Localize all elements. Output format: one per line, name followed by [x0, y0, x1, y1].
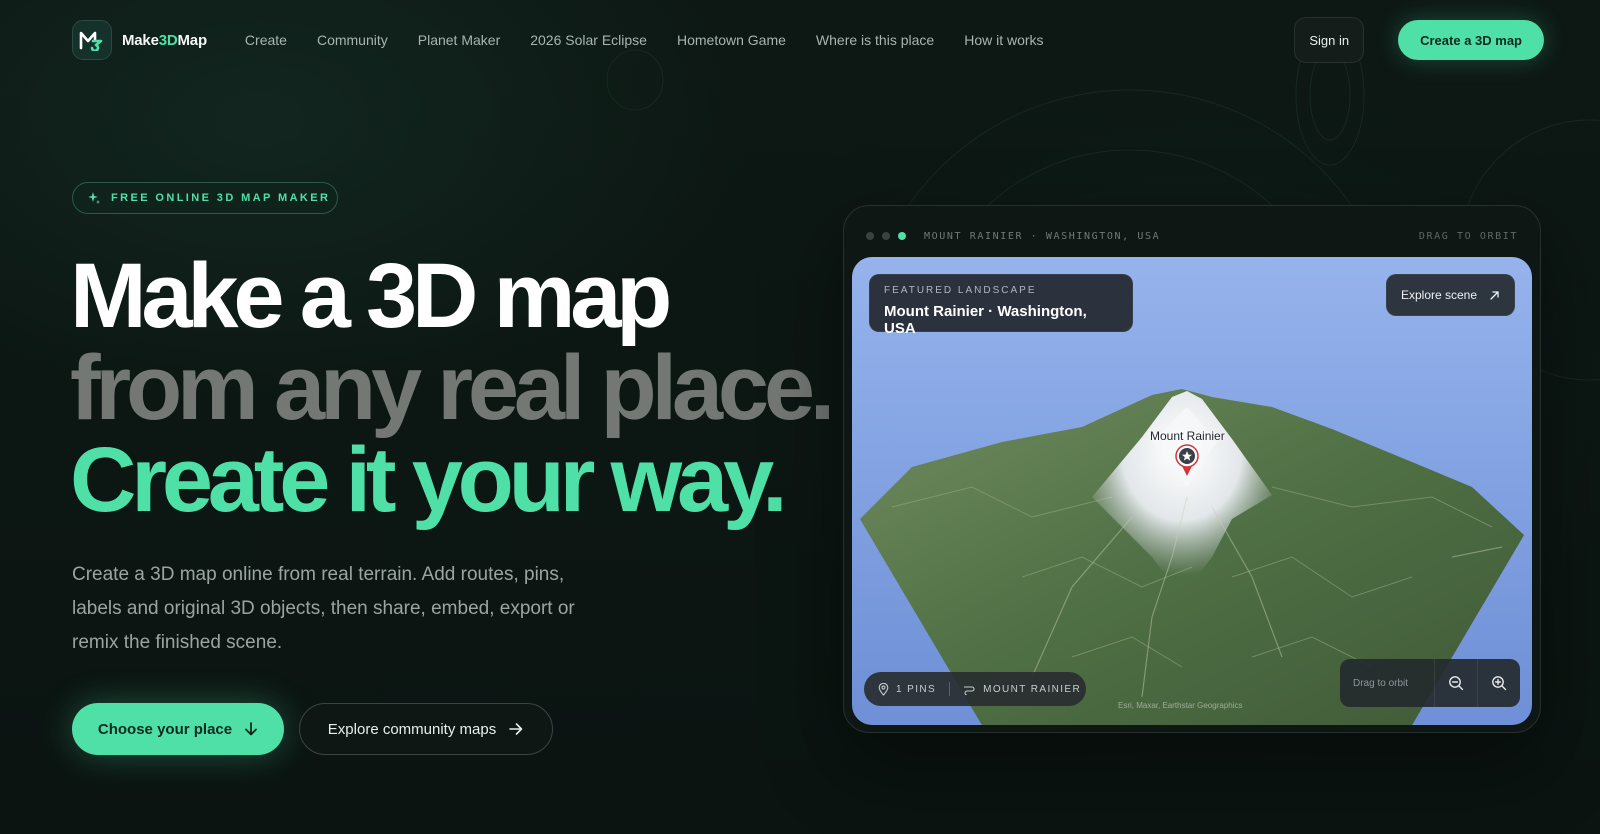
map-attribution: Esri, Maxar, Earthstar Geographics — [1118, 701, 1243, 710]
explore-community-label: Explore community maps — [327, 720, 497, 738]
badge-text: FREE ONLINE 3D MAP MAKER — [111, 192, 331, 204]
scene-stats-pill: 1 PINS MOUNT RAINIER — [864, 672, 1086, 706]
arrow-up-right-icon — [1490, 290, 1499, 300]
nav-link-community[interactable]: Community — [317, 32, 388, 48]
create-map-button[interactable]: Create a 3D map — [1398, 20, 1544, 60]
hero-badge: FREE ONLINE 3D MAP MAKER — [72, 182, 338, 214]
route-icon — [964, 685, 975, 695]
featured-title: Mount Rainier · Washington, USA — [884, 303, 1087, 337]
sign-in-button[interactable]: Sign in — [1294, 17, 1365, 63]
arrow-right-icon — [509, 723, 523, 735]
orbit-text: Drag to orbit — [1353, 677, 1409, 689]
nav-actions: Sign in Create a 3D map — [1294, 17, 1544, 63]
headline-line-1: Make a 3D map — [70, 245, 672, 347]
hero-description: Create a 3D map online from real terrain… — [72, 564, 575, 653]
explore-scene-label: Explore scene — [1400, 288, 1478, 302]
pill-divider — [949, 682, 951, 696]
arrow-down-icon — [245, 722, 257, 736]
headline-line-2: from any real place. — [70, 337, 835, 439]
m3-logo-icon — [72, 20, 112, 60]
top-nav: Make3DMap Create Community Planet Maker … — [72, 17, 1544, 63]
explore-community-button[interactable]: Explore community maps — [299, 703, 553, 755]
zoom-out-icon — [1449, 676, 1464, 691]
map-3d-scene[interactable]: FEATURED LANDSCAPE Mount Rainier · Washi… — [852, 257, 1532, 725]
orbit-zoom-controls: Drag to orbit — [1340, 659, 1520, 707]
window-dot-active — [898, 232, 906, 240]
location-pin-icon — [878, 682, 889, 696]
drag-to-orbit-hint: DRAG TO ORBIT — [1418, 230, 1518, 242]
window-location-label: MOUNT RAINIER · WASHINGTON, USA — [924, 230, 1161, 242]
zoom-out-button[interactable] — [1435, 659, 1477, 707]
choose-place-button[interactable]: Choose your place — [72, 703, 284, 755]
window-titlebar: MOUNT RAINIER · WASHINGTON, USA DRAG TO … — [866, 226, 1518, 246]
nav-link-where-is-this-place[interactable]: Where is this place — [816, 32, 934, 48]
brand-logo[interactable]: Make3DMap — [72, 20, 207, 60]
window-dot — [866, 232, 874, 240]
map-pin-label: Mount Rainier — [1150, 429, 1225, 443]
nav-link-how-it-works[interactable]: How it works — [964, 32, 1043, 48]
nav-link-create[interactable]: Create — [245, 32, 287, 48]
map-preview-window: MOUNT RAINIER · WASHINGTON, USA DRAG TO … — [843, 205, 1541, 733]
window-dot — [882, 232, 890, 240]
hero-headline: Make a 3D map from any real place. Creat… — [70, 245, 835, 531]
brand-name: Make3DMap — [122, 31, 207, 49]
nav-links: Create Community Planet Maker 2026 Solar… — [245, 32, 1044, 48]
featured-landscape-card: FEATURED LANDSCAPE Mount Rainier · Washi… — [869, 274, 1133, 337]
explore-scene-button[interactable]: Explore scene — [1386, 274, 1515, 316]
nav-link-planet-maker[interactable]: Planet Maker — [418, 32, 500, 48]
headline-line-3: Create it your way. — [70, 429, 788, 531]
featured-kicker: FEATURED LANDSCAPE — [884, 285, 1037, 296]
nav-link-solar-eclipse[interactable]: 2026 Solar Eclipse — [530, 32, 647, 48]
sparkle-icon — [88, 192, 100, 204]
nav-link-hometown-game[interactable]: Hometown Game — [677, 32, 786, 48]
zoom-in-button[interactable] — [1478, 659, 1520, 707]
scene-name: MOUNT RAINIER — [983, 683, 1082, 695]
star-pin-icon[interactable] — [1174, 443, 1200, 477]
choose-place-label: Choose your place — [97, 720, 233, 738]
zoom-in-icon — [1492, 676, 1507, 691]
pins-count: 1 PINS — [896, 683, 937, 695]
